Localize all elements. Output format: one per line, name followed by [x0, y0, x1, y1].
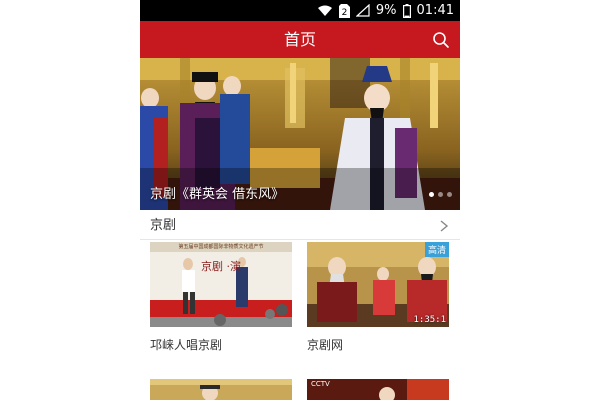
video-card[interactable]: CCTV	[307, 379, 449, 400]
battery-icon	[402, 3, 411, 18]
carousel-dots	[429, 192, 452, 197]
wifi-icon	[317, 5, 332, 16]
status-indicators: 2 9% 01:41	[317, 2, 454, 19]
page-title: 首页	[283, 30, 316, 49]
search-icon[interactable]	[432, 31, 450, 49]
sim-label: 2	[342, 8, 348, 18]
sim-card-icon: 2	[338, 3, 350, 18]
status-bar: 2 9% 01:41	[140, 0, 460, 21]
thumbnail-banner-text: 第五届中国成都国际非物质文化遗产节	[178, 244, 264, 250]
video-thumbnail: 第五届中国成都国际非物质文化遗产节 京剧 ·演	[150, 242, 292, 327]
video-card[interactable]	[150, 379, 292, 400]
video-thumbnail: 高清 1:35:1	[307, 242, 449, 327]
section-header[interactable]: 京剧	[140, 213, 460, 240]
carousel-dot[interactable]	[429, 192, 434, 197]
banner-caption: 京剧《群英会 借东风》	[150, 187, 285, 202]
video-card[interactable]: 高清 1:35:1 京剧网	[307, 242, 449, 353]
battery-percent: 9%	[375, 3, 397, 18]
clock: 01:41	[416, 3, 454, 18]
phone-screen: 2 9% 01:41 首页 京剧《群英会 借东风》 京剧 第五届中国成都国际非物…	[140, 0, 460, 400]
video-title: 邛崃人唱京剧	[150, 338, 223, 352]
video-card[interactable]: 第五届中国成都国际非物质文化遗产节 京剧 ·演 邛崃人唱京剧	[150, 242, 292, 353]
video-title: 京剧网	[307, 338, 344, 352]
video-duration: 1:35:1	[413, 315, 446, 325]
section-title: 京剧	[150, 218, 177, 233]
video-thumbnail	[150, 379, 292, 400]
carousel-dot[interactable]	[438, 192, 443, 197]
chevron-right-icon[interactable]	[438, 220, 450, 232]
hd-badge: 高清	[424, 242, 449, 257]
banner-carousel[interactable]: 京剧《群英会 借东风》	[140, 58, 460, 210]
channel-logo: CCTV	[311, 380, 330, 388]
thumbnail-title-text: 京剧 ·演	[201, 260, 241, 273]
app-header: 首页	[140, 21, 460, 58]
signal-icon	[355, 4, 370, 17]
carousel-dot[interactable]	[447, 192, 452, 197]
video-thumbnail: CCTV	[307, 379, 449, 400]
